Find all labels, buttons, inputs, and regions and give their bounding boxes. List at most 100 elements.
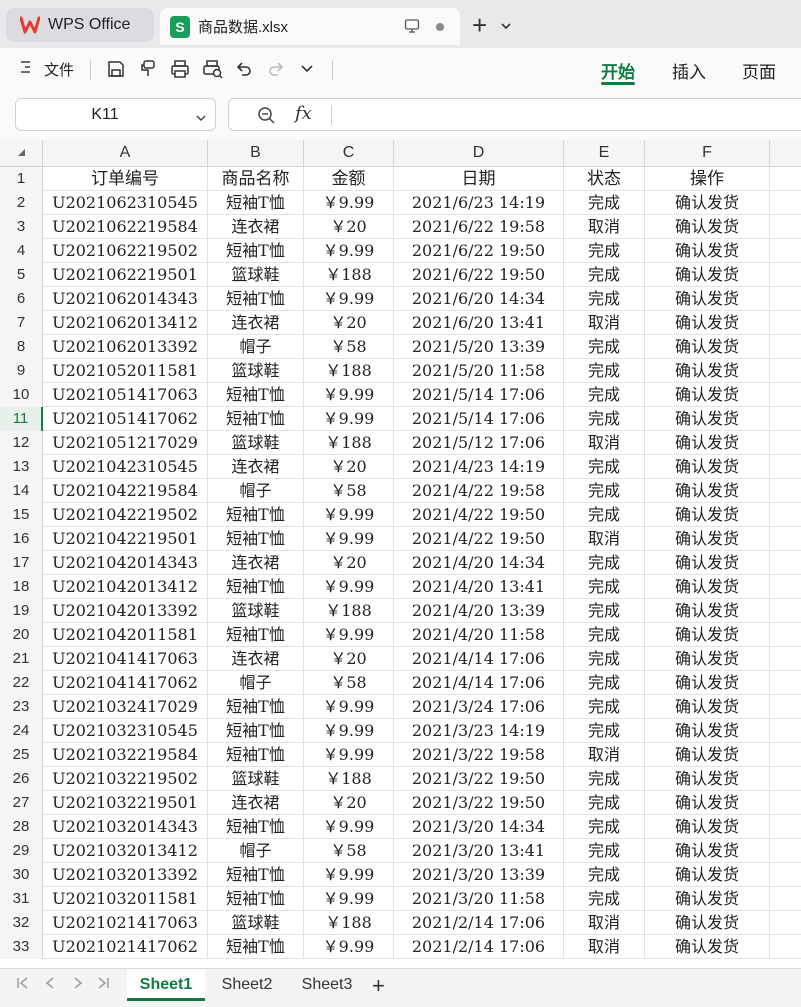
column-header-d[interactable]: D: [394, 140, 564, 166]
column-header-e[interactable]: E: [564, 140, 645, 166]
row-header[interactable]: 6: [0, 287, 43, 311]
cell-c5[interactable]: ￥188: [304, 263, 394, 287]
row-header[interactable]: 16: [0, 527, 43, 551]
cell-c6[interactable]: ￥9.99: [304, 287, 394, 311]
cell-c13[interactable]: ￥20: [304, 455, 394, 479]
cell-d24[interactable]: 2021/3/23 14:19: [394, 719, 564, 743]
cell-f6[interactable]: 确认发货: [645, 287, 770, 311]
cell-d18[interactable]: 2021/4/20 13:41: [394, 575, 564, 599]
tab-page[interactable]: 页面: [742, 58, 776, 83]
sheet-tab-sheet3[interactable]: Sheet3: [290, 969, 364, 1001]
cell-c33[interactable]: ￥9.99: [304, 935, 394, 959]
cell-f31[interactable]: 确认发货: [645, 887, 770, 911]
cell-d2[interactable]: 2021/6/23 14:19: [394, 191, 564, 215]
cell-g13[interactable]: [770, 455, 801, 479]
cell-g32[interactable]: [770, 911, 801, 935]
cell-g27[interactable]: [770, 791, 801, 815]
cell-e26[interactable]: 完成: [564, 767, 645, 791]
cell-a18[interactable]: U2021042013412: [43, 575, 208, 599]
row-header[interactable]: 31: [0, 887, 43, 911]
cell-e33[interactable]: 取消: [564, 935, 645, 959]
cell-b26[interactable]: 篮球鞋: [208, 767, 304, 791]
cell-a2[interactable]: U2021062310545: [43, 191, 208, 215]
cell-b31[interactable]: 短袖T恤: [208, 887, 304, 911]
cell-f21[interactable]: 确认发货: [645, 647, 770, 671]
wps-home-tab[interactable]: WPS Office: [6, 8, 154, 42]
cell-d17[interactable]: 2021/4/20 14:34: [394, 551, 564, 575]
cell-a14[interactable]: U2021042219584: [43, 479, 208, 503]
cell-a25[interactable]: U2021032219584: [43, 743, 208, 767]
cell-c32[interactable]: ￥188: [304, 911, 394, 935]
row-header[interactable]: 25: [0, 743, 43, 767]
row-header[interactable]: 17: [0, 551, 43, 575]
cell-d9[interactable]: 2021/5/20 11:58: [394, 359, 564, 383]
row-header[interactable]: 33: [0, 935, 43, 959]
cell-f10[interactable]: 确认发货: [645, 383, 770, 407]
cell-g18[interactable]: [770, 575, 801, 599]
last-sheet-icon[interactable]: [96, 975, 110, 996]
cell-a11[interactable]: U2021051417062: [43, 407, 208, 431]
cell-c28[interactable]: ￥9.99: [304, 815, 394, 839]
column-header-c[interactable]: C: [304, 140, 394, 166]
cell-c27[interactable]: ￥20: [304, 791, 394, 815]
zoom-search-icon[interactable]: [257, 106, 277, 131]
row-header[interactable]: 23: [0, 695, 43, 719]
cell-b6[interactable]: 短袖T恤: [208, 287, 304, 311]
cell-f11[interactable]: 确认发货: [645, 407, 770, 431]
file-tab[interactable]: S 商品数据.xlsx: [160, 8, 460, 45]
cell-d11[interactable]: 2021/5/14 17:06: [394, 407, 564, 431]
cell-c16[interactable]: ￥9.99: [304, 527, 394, 551]
cell-e18[interactable]: 完成: [564, 575, 645, 599]
row-header[interactable]: 18: [0, 575, 43, 599]
cell-b22[interactable]: 帽子: [208, 671, 304, 695]
cell-d1[interactable]: 日期: [394, 167, 564, 191]
cell-e9[interactable]: 完成: [564, 359, 645, 383]
cell-a5[interactable]: U2021062219501: [43, 263, 208, 287]
row-header[interactable]: 30: [0, 863, 43, 887]
cell-d15[interactable]: 2021/4/22 19:50: [394, 503, 564, 527]
cell-b15[interactable]: 短袖T恤: [208, 503, 304, 527]
cell-b29[interactable]: 帽子: [208, 839, 304, 863]
row-header[interactable]: 15: [0, 503, 43, 527]
undo-button[interactable]: [234, 48, 254, 90]
sheet-tab-sheet2[interactable]: Sheet2: [210, 969, 284, 1001]
cell-c15[interactable]: ￥9.99: [304, 503, 394, 527]
cell-b3[interactable]: 连衣裙: [208, 215, 304, 239]
cell-d21[interactable]: 2021/4/14 17:06: [394, 647, 564, 671]
row-header[interactable]: 32: [0, 911, 43, 935]
cell-g30[interactable]: [770, 863, 801, 887]
cell-a26[interactable]: U2021032219502: [43, 767, 208, 791]
cell-d5[interactable]: 2021/6/22 19:50: [394, 263, 564, 287]
cell-e12[interactable]: 取消: [564, 431, 645, 455]
cell-a1[interactable]: 订单编号: [43, 167, 208, 191]
cell-c11[interactable]: ￥9.99: [304, 407, 394, 431]
cell-c25[interactable]: ￥9.99: [304, 743, 394, 767]
next-sheet-icon[interactable]: [72, 975, 84, 996]
cell-f23[interactable]: 确认发货: [645, 695, 770, 719]
cell-e3[interactable]: 取消: [564, 215, 645, 239]
row-header[interactable]: 12: [0, 431, 43, 455]
cell-b19[interactable]: 篮球鞋: [208, 599, 304, 623]
cell-d6[interactable]: 2021/6/20 14:34: [394, 287, 564, 311]
cell-e32[interactable]: 取消: [564, 911, 645, 935]
cell-f9[interactable]: 确认发货: [645, 359, 770, 383]
chevron-down-icon[interactable]: [500, 18, 512, 36]
cell-e24[interactable]: 完成: [564, 719, 645, 743]
add-sheet-button[interactable]: +: [372, 973, 385, 999]
new-tab-button[interactable]: +: [472, 12, 487, 38]
cell-f26[interactable]: 确认发货: [645, 767, 770, 791]
cell-e16[interactable]: 取消: [564, 527, 645, 551]
cell-f13[interactable]: 确认发货: [645, 455, 770, 479]
cell-a32[interactable]: U2021021417063: [43, 911, 208, 935]
cell-g5[interactable]: [770, 263, 801, 287]
first-sheet-icon[interactable]: [16, 975, 30, 996]
cell-g29[interactable]: [770, 839, 801, 863]
format-painter-button[interactable]: [138, 48, 158, 90]
row-header[interactable]: 2: [0, 191, 43, 215]
cell-f24[interactable]: 确认发货: [645, 719, 770, 743]
spreadsheet-grid[interactable]: ABCDEF 1 订单编号 商品名称 金额 日期 状态 操作 2 U2021062310545 短…: [0, 140, 801, 968]
file-menu-button[interactable]: 文件: [20, 48, 74, 90]
cell-e21[interactable]: 完成: [564, 647, 645, 671]
cell-c12[interactable]: ￥188: [304, 431, 394, 455]
formula-input[interactable]: fx: [228, 98, 801, 131]
